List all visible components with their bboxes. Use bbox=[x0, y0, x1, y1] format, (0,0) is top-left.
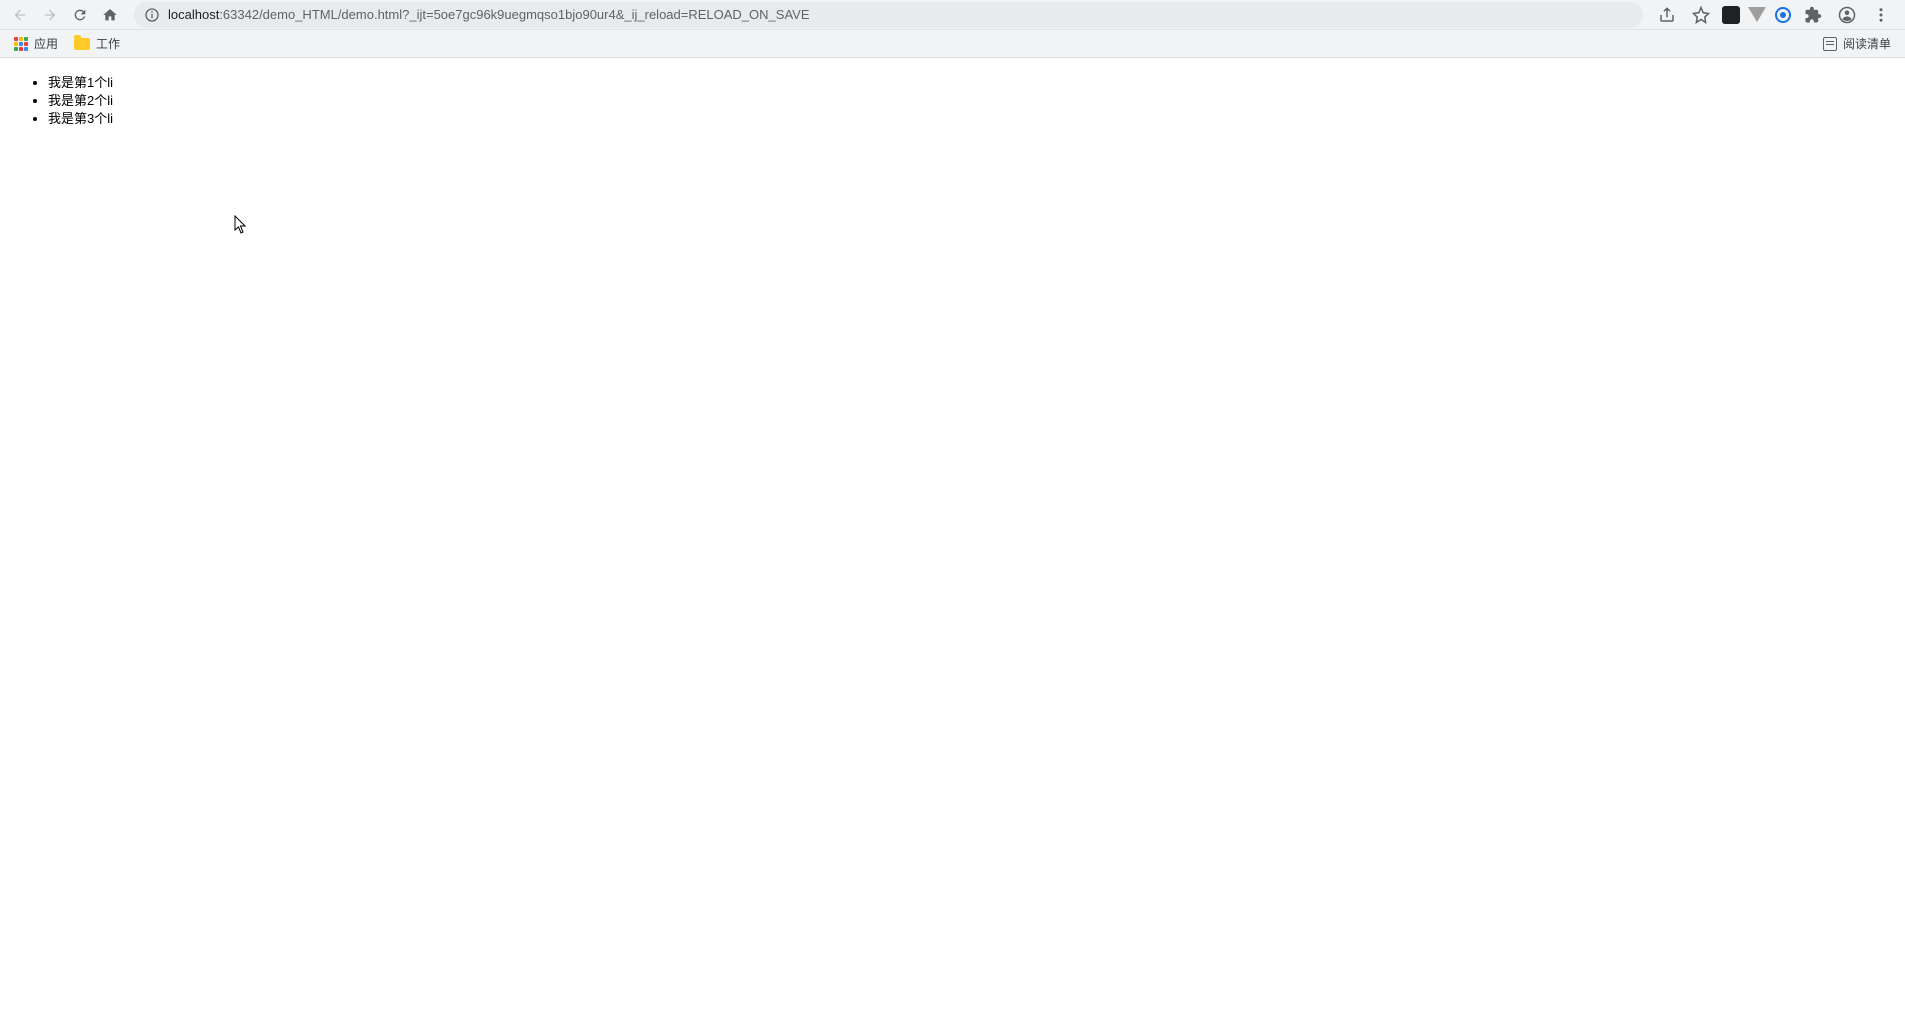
bookmark-folder-work[interactable]: 工作 bbox=[68, 31, 126, 56]
bookmark-folder-label: 工作 bbox=[96, 35, 120, 52]
puzzle-icon bbox=[1804, 6, 1822, 24]
extension-target-icon[interactable] bbox=[1773, 5, 1793, 25]
apps-grid-icon bbox=[14, 37, 28, 51]
extension-vue-icon[interactable] bbox=[1747, 5, 1767, 25]
url-text: localhost:63342/demo_HTML/demo.html?_ijt… bbox=[168, 7, 810, 22]
arrow-right-icon bbox=[42, 7, 58, 23]
home-icon bbox=[102, 7, 118, 23]
apps-label: 应用 bbox=[34, 35, 58, 52]
reading-list-icon bbox=[1823, 37, 1837, 51]
list-item: 我是第3个li bbox=[48, 110, 1897, 128]
page-content: 我是第1个li 我是第2个li 我是第3个li bbox=[0, 58, 1905, 145]
list-item: 我是第1个li bbox=[48, 74, 1897, 92]
extensions-button[interactable] bbox=[1799, 1, 1827, 29]
bookmark-star-button[interactable] bbox=[1687, 1, 1715, 29]
home-button[interactable] bbox=[96, 1, 124, 29]
share-button[interactable] bbox=[1653, 1, 1681, 29]
reload-button[interactable] bbox=[66, 1, 94, 29]
reading-list-label: 阅读清单 bbox=[1843, 35, 1891, 52]
reload-icon bbox=[72, 7, 88, 23]
bookmarks-left: 应用 工作 bbox=[8, 31, 126, 56]
apps-button[interactable]: 应用 bbox=[8, 31, 64, 56]
browser-toolbar: localhost:63342/demo_HTML/demo.html?_ijt… bbox=[0, 0, 1905, 30]
back-button[interactable] bbox=[6, 1, 34, 29]
reading-list-button[interactable]: 阅读清单 bbox=[1817, 31, 1897, 56]
forward-button[interactable] bbox=[36, 1, 64, 29]
person-icon bbox=[1838, 6, 1856, 24]
menu-button[interactable] bbox=[1867, 1, 1895, 29]
bookmarks-bar: 应用 工作 阅读清单 bbox=[0, 30, 1905, 58]
address-bar[interactable]: localhost:63342/demo_HTML/demo.html?_ijt… bbox=[134, 2, 1643, 28]
url-host: localhost bbox=[168, 7, 219, 22]
cursor-icon bbox=[234, 215, 248, 235]
share-icon bbox=[1658, 6, 1676, 24]
dots-vertical-icon bbox=[1872, 6, 1890, 24]
extension-github-icon[interactable] bbox=[1721, 5, 1741, 25]
arrow-left-icon bbox=[12, 7, 28, 23]
site-info-icon[interactable] bbox=[144, 7, 160, 23]
content-list: 我是第1个li 我是第2个li 我是第3个li bbox=[8, 74, 1897, 129]
star-icon bbox=[1692, 6, 1710, 24]
list-item: 我是第2个li bbox=[48, 92, 1897, 110]
url-path: :63342/demo_HTML/demo.html?_ijt=5oe7gc96… bbox=[219, 7, 809, 22]
folder-icon bbox=[74, 38, 90, 50]
toolbar-right bbox=[1653, 1, 1899, 29]
profile-button[interactable] bbox=[1833, 1, 1861, 29]
